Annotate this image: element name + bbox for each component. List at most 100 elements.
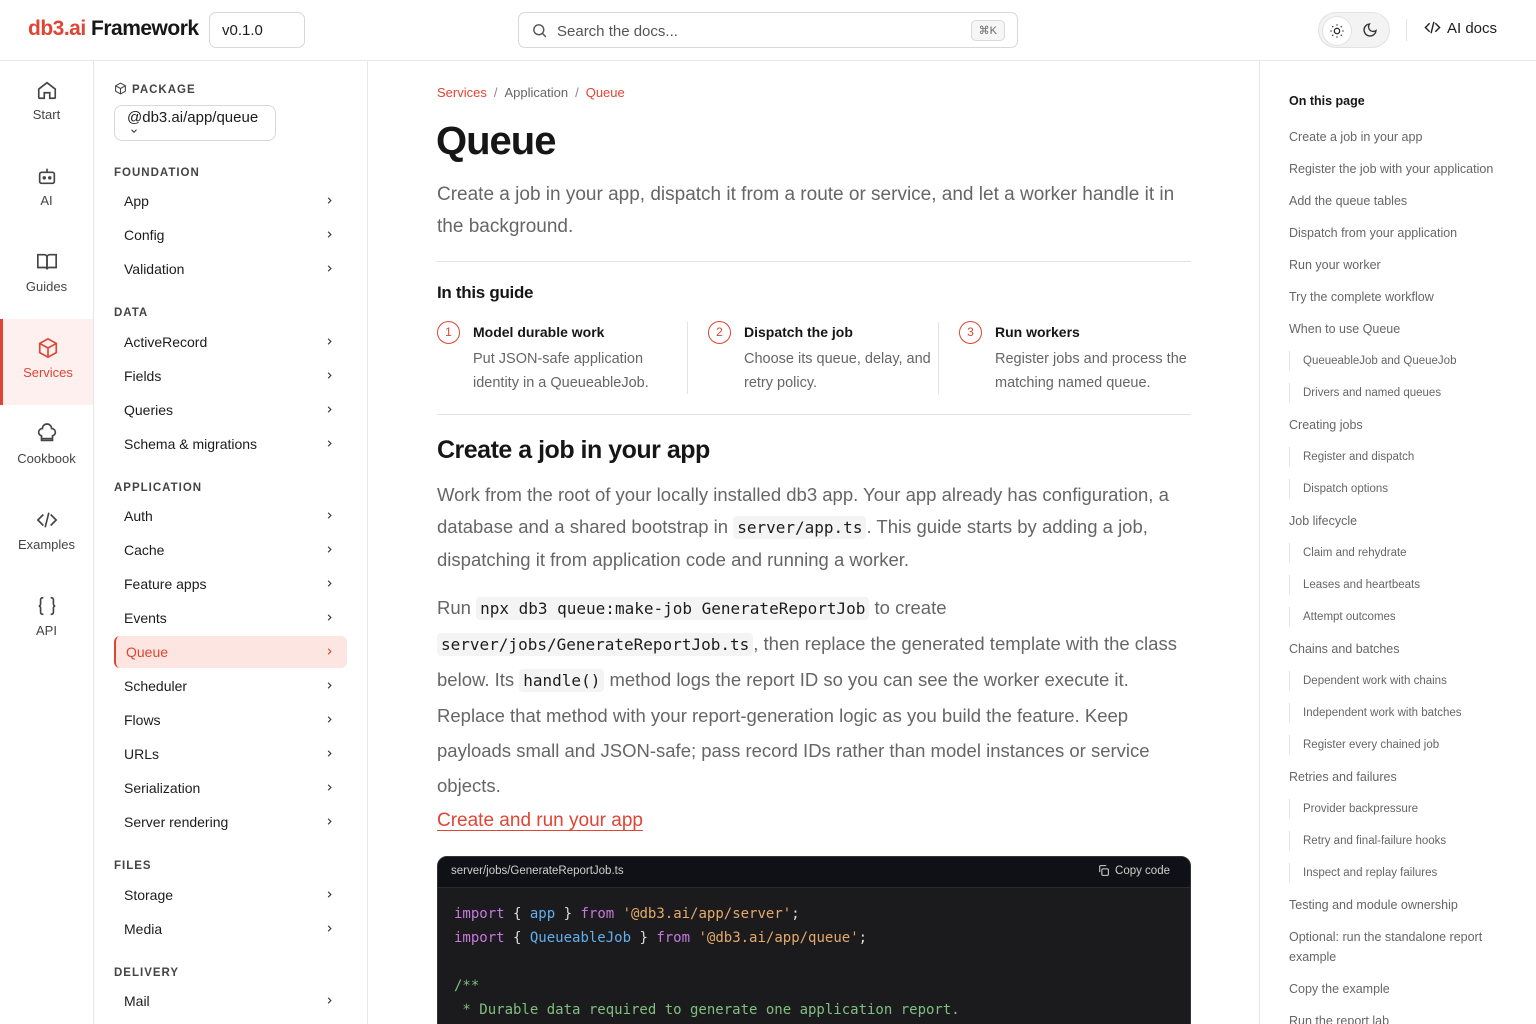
rail-item-services[interactable]: Services [0,319,93,405]
code-icon [1424,21,1441,34]
top-header: db3.ai Framework v0.1.0 Search the docs.… [0,0,1536,61]
toc-item[interactable]: Independent work with batches [1289,703,1519,723]
section-label: DELIVERY [114,967,180,979]
toc-item[interactable]: Optional: run the standalone report exam… [1289,927,1519,967]
sidebar-item-server-rendering[interactable]: Server rendering [114,806,347,838]
page-lead: Create a job in your app, dispatch it fr… [437,184,1175,237]
create-app-link[interactable]: Create and run your app [437,810,643,832]
step-title: Model durable work [473,324,605,340]
theme-toggle[interactable] [1318,12,1390,48]
toc-item[interactable]: Run the report lab [1289,1011,1519,1024]
rail-item-api[interactable]: API [0,577,93,663]
light-mode-button[interactable] [1322,16,1352,46]
ai-docs-label: AI docs [1447,20,1498,37]
toc-item[interactable]: QueueableJob and QueueJob [1289,351,1519,371]
sidebar-item-urls[interactable]: URLs [114,738,347,770]
toc-item[interactable]: Run your worker [1289,255,1519,275]
copy-code-button[interactable]: Copy code [1097,864,1170,877]
sidebar-item-events[interactable]: Events [114,602,347,634]
step-title: Run workers [995,324,1080,340]
package-value: @db3.ai/app/queue [127,109,259,126]
sidebar-item-label: Storage [124,887,174,903]
toc-title: On this page [1289,94,1365,108]
search-input[interactable]: Search the docs... ⌘K [518,12,1018,48]
toc-item[interactable]: Try the complete workflow [1289,287,1519,307]
breadcrumb-services[interactable]: Services [437,85,487,100]
toc-item[interactable]: Creating jobs [1289,415,1519,435]
toc-item[interactable]: Dependent work with chains [1289,671,1519,691]
sidebar-item-auth[interactable]: Auth [114,500,347,532]
rail-item-examples[interactable]: Examples [0,491,93,577]
package-icon [115,82,126,95]
toc-item[interactable]: Register every chained job [1289,735,1519,755]
rail-label: Examples [17,537,76,552]
moon-icon[interactable] [1362,22,1378,38]
toc-item[interactable]: Drivers and named queues [1289,383,1519,403]
sidebar-item-scheduler[interactable]: Scheduler [114,670,347,702]
rail-item-start[interactable]: Start [0,61,93,147]
breadcrumb: Services / Application / Queue [437,85,625,100]
sidebar-item-serialization[interactable]: Serialization [114,772,347,804]
chevron-right-icon [327,197,332,204]
rail-label: Services [23,365,73,380]
toc-item[interactable]: Inspect and replay failures [1289,863,1519,883]
toc-item[interactable]: Register the job with your application [1289,159,1519,179]
package-select[interactable]: @db3.ai/app/queue [114,105,276,141]
sidebar-item-app[interactable]: App [114,185,347,217]
toc-item[interactable]: Testing and module ownership [1289,895,1519,915]
divider [437,261,1191,262]
search-placeholder: Search the docs... [557,23,678,40]
chef-hat-icon [37,423,56,442]
sidebar-item-queries[interactable]: Queries [114,394,347,426]
toc-item[interactable]: Provider backpressure [1289,799,1519,819]
sidebar-item-schema-migrations[interactable]: Schema & migrations [114,428,347,460]
sidebar-item-feature-apps[interactable]: Feature apps [114,568,347,600]
sidebar-item-config[interactable]: Config [114,219,347,251]
sidebar-item-label: Events [124,610,167,626]
chevron-right-icon [327,338,332,345]
step-desc: Put JSON-safe application identity in a … [473,351,649,391]
toc-item[interactable]: Add the queue tables [1289,191,1519,211]
code-header: server/jobs/GenerateReportJob.ts Copy co… [438,857,1190,888]
left-rail: Start AI Guides Services Cookbook Exampl… [0,61,94,1024]
logo[interactable]: db3.ai Framework [28,17,199,41]
toc-item[interactable]: Dispatch from your application [1289,223,1519,243]
sidebar-item-activerecord[interactable]: ActiveRecord [114,326,347,358]
ai-docs-link[interactable]: AI docs [1424,19,1497,37]
toc-item[interactable]: Retry and final-failure hooks [1289,831,1519,851]
chevron-right-icon [327,614,332,621]
toc-item[interactable]: Register and dispatch [1289,447,1519,467]
sidebar-item-label: Schema & migrations [124,436,258,452]
search-icon [533,24,547,38]
toc-item[interactable]: Chains and batches [1289,639,1519,659]
toc-item[interactable]: Job lifecycle [1289,511,1519,531]
sidebar-item-fields[interactable]: Fields [114,360,347,392]
inline-code: server/app.ts [733,516,867,539]
sidebar-item-validation[interactable]: Validation [114,253,347,285]
sidebar-item-media[interactable]: Media [114,913,347,945]
robot-icon [38,168,55,185]
toc-item[interactable]: When to use Queue [1289,319,1519,339]
rail-item-guides[interactable]: Guides [0,233,93,319]
rail-item-cookbook[interactable]: Cookbook [0,405,93,491]
toc-item[interactable]: Attempt outcomes [1289,607,1519,627]
toc-item[interactable]: Leases and heartbeats [1289,575,1519,595]
sidebar-item-storage[interactable]: Storage [114,879,347,911]
toc-item[interactable]: Retries and failures [1289,767,1519,787]
logo-text: Framework [91,17,199,40]
toc-item[interactable]: Claim and rehydrate [1289,543,1519,563]
toc-item[interactable]: Create a job in your app [1289,127,1519,147]
sidebar-item-queue[interactable]: Queue [114,636,347,668]
code-icon [36,512,57,528]
header-divider [1406,19,1407,41]
toc-item[interactable]: Dispatch options [1289,479,1519,499]
breadcrumb-application[interactable]: Application [504,85,568,100]
sidebar-item-mail[interactable]: Mail [114,985,347,1017]
version-select[interactable]: v0.1.0 [209,12,305,48]
sidebar-item-label: ActiveRecord [124,334,208,350]
rail-item-ai[interactable]: AI [0,147,93,233]
sidebar-item-cache[interactable]: Cache [114,534,347,566]
toc-item[interactable]: Copy the example [1289,979,1519,999]
sidebar-item-flows[interactable]: Flows [114,704,347,736]
sidebar-item-label: Serialization [124,780,201,796]
